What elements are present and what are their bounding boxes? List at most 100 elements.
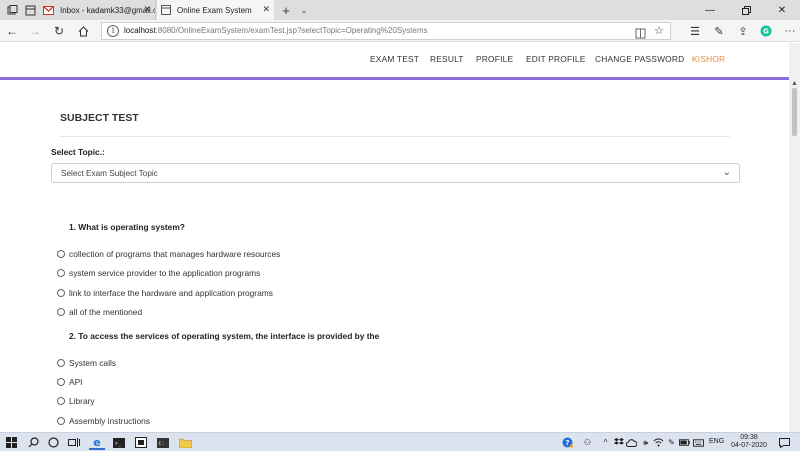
site-header: EXAM TEST RESULT PROFILE EDIT PROFILE CH… [0,43,789,79]
more-options-icon[interactable]: ··· [782,23,798,39]
tab-online-exam-system[interactable]: Online Exam System ✕ [157,0,274,20]
tab-title: Online Exam System [177,5,252,15]
people-icon[interactable]: ⚇ [582,437,593,448]
reading-view-icon[interactable] [635,26,646,44]
restore-icon[interactable] [728,0,764,20]
main-content: SUBJECT TEST Select Topic.: Select Exam … [0,80,789,432]
topic-select[interactable]: Select Exam Subject Topic ⌄ [51,163,740,183]
svg-text:e: e [93,436,100,448]
grammarly-icon[interactable]: G [758,23,774,39]
onedrive-icon[interactable] [626,437,637,448]
set-aside-tabs-icon[interactable] [22,2,38,18]
option-q1-b[interactable]: system service provider to the applicati… [57,266,260,280]
battery-icon[interactable] [679,437,690,448]
nav-result[interactable]: RESULT [430,54,464,64]
minimize-icon[interactable]: — [692,0,728,20]
close-window-icon[interactable]: ✕ [764,0,800,20]
home-icon[interactable] [75,23,91,39]
network-icon[interactable] [653,437,664,448]
svg-text:>_: >_ [115,441,122,447]
search-icon[interactable] [25,435,41,450]
option-q2-b[interactable]: API [57,375,83,389]
radio-button[interactable] [57,359,65,367]
option-q2-a[interactable]: System calls [57,356,116,370]
pen-icon[interactable]: ✎ [711,23,727,39]
refresh-icon[interactable]: ↻ [51,23,67,39]
tab-inbox[interactable]: Inbox - kadamk33@gmail.c ✕ [39,0,156,20]
task-view-icon[interactable] [66,435,82,450]
site-info-icon[interactable]: i [107,25,119,37]
edge-browser-icon[interactable]: e [89,435,105,450]
forward-icon[interactable]: → [27,23,43,39]
select-topic-label: Select Topic.: [51,147,105,157]
option-label: Assembly instructions [69,416,150,426]
notifications-icon[interactable] [779,437,790,448]
option-label: API [69,377,83,387]
close-icon[interactable]: ✕ [143,4,151,15]
nav-exam-test[interactable]: EXAM TEST [370,54,419,64]
share-icon[interactable]: ⇪ [735,23,751,39]
svg-text:C:: C: [159,441,165,447]
option-label: system service provider to the applicati… [69,268,261,278]
back-icon[interactable]: ← [4,23,20,39]
windows-start-icon[interactable] [3,435,19,450]
svg-text:?: ? [565,439,569,447]
volume-icon[interactable]: 🕪 [640,437,651,448]
help-icon[interactable]: ? [562,437,573,448]
close-icon[interactable]: ✕ [262,4,270,15]
chevron-down-icon[interactable]: ⌄ [296,2,312,18]
stylus-icon[interactable]: ✎ [666,437,677,448]
language-indicator[interactable]: ENG [709,438,724,445]
terminal-icon[interactable]: >_ [111,435,127,450]
nav-edit-profile[interactable]: EDIT PROFILE [526,54,586,64]
gmail-icon [43,5,54,15]
command-prompt-icon[interactable]: C: [155,435,171,450]
favorite-star-icon[interactable]: ☆ [654,24,664,37]
url-text: localhost:8080/OnlineExamSystem/examTest… [124,26,428,35]
taskbar: e >_ C: ? ⚇ ^ 🕪 ✎ ENG 09:38 04-07-2020 [0,432,800,451]
app-window-icon[interactable] [133,435,149,450]
option-label: System calls [69,358,117,368]
browser-toolbar: ← → ↻ i localhost:8080/OnlineExamSystem/… [0,20,800,42]
option-label: all of the mentioned [69,307,143,317]
option-q2-d[interactable]: Assembly instructions [57,414,150,428]
option-label: Library [69,396,95,406]
tab-actions-icon[interactable] [4,2,20,18]
radio-button[interactable] [57,308,65,316]
show-hidden-icons-chevron[interactable]: ^ [600,437,611,448]
question-1: 1. What is operating system? [69,222,185,232]
address-bar[interactable]: i localhost:8080/OnlineExamSystem/examTe… [101,22,671,40]
radio-button[interactable] [57,250,65,258]
radio-button[interactable] [57,397,65,405]
clock[interactable]: 09:38 04-07-2020 [729,434,769,450]
favorites-icon[interactable]: ☰ [687,23,703,39]
radio-button[interactable] [57,378,65,386]
option-label: collection of programs that manages hard… [69,249,281,259]
nav-change-password[interactable]: CHANGE PASSWORD [595,54,684,64]
scrollbar-thumb[interactable] [792,88,797,136]
option-label: link to interface the hardware and appli… [69,288,273,298]
dropbox-icon[interactable] [613,437,624,448]
file-explorer-icon[interactable] [177,435,193,450]
scroll-up-icon[interactable]: ▲ [791,80,798,87]
page-icon [161,5,171,15]
clock-date: 04-07-2020 [731,442,767,449]
svg-text:G: G [763,28,769,36]
browser-tab-strip: Inbox - kadamk33@gmail.c ✕ Online Exam S… [0,0,800,20]
question-2: 2. To access the services of operating s… [69,331,380,341]
keyboard-icon[interactable] [693,437,704,448]
option-q2-c[interactable]: Library [57,394,95,408]
clock-time: 09:38 [740,434,758,441]
radio-button[interactable] [57,269,65,277]
new-tab-icon[interactable]: + [278,2,294,18]
nav-profile[interactable]: PROFILE [476,54,513,64]
cortana-icon[interactable] [45,435,61,450]
option-q1-d[interactable]: all of the mentioned [57,305,142,319]
topic-select-value: Select Exam Subject Topic [61,169,158,178]
tab-title: Inbox - kadamk33@gmail.c [60,5,155,15]
radio-button[interactable] [57,417,65,425]
option-q1-a[interactable]: collection of programs that manages hard… [57,247,280,261]
nav-user-kishor[interactable]: KISHOR [692,54,725,64]
radio-button[interactable] [57,289,65,297]
option-q1-c[interactable]: link to interface the hardware and appli… [57,286,273,300]
